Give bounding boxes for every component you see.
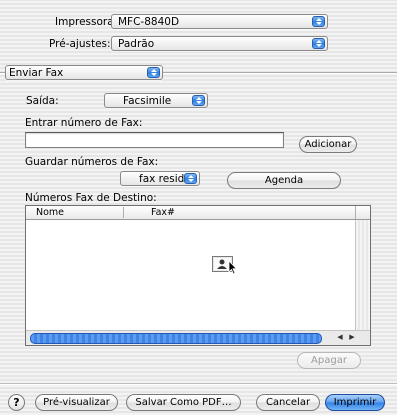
- popup-arrows-icon: [312, 16, 325, 27]
- address-card-drag-icon: [212, 256, 238, 275]
- header-corner: [355, 206, 370, 219]
- scroll-left-icon[interactable]: ◀: [334, 332, 346, 343]
- popup-arrows-icon: [192, 95, 205, 106]
- table-header: Nome Fax#: [26, 206, 370, 220]
- column-header-fax[interactable]: Fax#: [151, 206, 175, 219]
- vertical-scrollbar[interactable]: [355, 220, 370, 331]
- printer-label: Impressora:: [55, 16, 118, 28]
- cancel-button[interactable]: Cancelar: [256, 394, 320, 411]
- add-button[interactable]: Adicionar: [299, 136, 357, 153]
- agenda-button[interactable]: Agenda: [227, 172, 341, 189]
- column-divider: [123, 207, 124, 218]
- fax-entry-label: Entrar número de Fax:: [25, 117, 143, 129]
- pane-value: Enviar Fax: [9, 67, 64, 79]
- output-label: Saída:: [26, 95, 59, 107]
- presets-label: Pré-ajustes:: [49, 38, 111, 50]
- printer-value: MFC-8840D: [118, 16, 180, 28]
- delete-button[interactable]: Apagar: [297, 352, 361, 369]
- print-button[interactable]: Imprimir: [325, 394, 385, 411]
- saved-numbers-value: fax resid.: [139, 173, 188, 185]
- popup-arrows-icon: [312, 38, 325, 49]
- fax-number-input[interactable]: [25, 132, 284, 148]
- scroll-right-icon[interactable]: ▶: [346, 332, 358, 343]
- horizontal-scrollbar[interactable]: ◀ ▶: [26, 330, 370, 345]
- save-pdf-button[interactable]: Salvar Como PDF…: [126, 394, 241, 411]
- output-popup[interactable]: Facsimile: [104, 93, 208, 108]
- pane-popup[interactable]: Enviar Fax: [5, 65, 163, 80]
- horizontal-scroll-thumb[interactable]: [30, 333, 322, 344]
- popup-arrows-icon: [147, 67, 160, 78]
- help-button[interactable]: ?: [8, 394, 25, 411]
- print-dialog: { "printer": { "label": "Impressora:", "…: [0, 0, 397, 415]
- saved-numbers-label: Guardar números de Fax:: [25, 156, 159, 168]
- printer-popup[interactable]: MFC-8840D: [111, 14, 328, 29]
- presets-value: Padrão: [118, 38, 155, 50]
- destination-table[interactable]: Nome Fax# ◀ ▶: [25, 205, 371, 346]
- output-value: Facsimile: [123, 95, 172, 107]
- popup-arrows-icon: [184, 173, 197, 184]
- presets-popup[interactable]: Padrão: [111, 36, 328, 51]
- footer-separator: [0, 383, 397, 384]
- destination-label: Números Fax de Destino:: [25, 192, 157, 204]
- column-header-name[interactable]: Nome: [36, 206, 64, 219]
- saved-numbers-popup[interactable]: fax resid.: [120, 171, 200, 186]
- preview-button[interactable]: Pré-visualizar: [35, 394, 118, 411]
